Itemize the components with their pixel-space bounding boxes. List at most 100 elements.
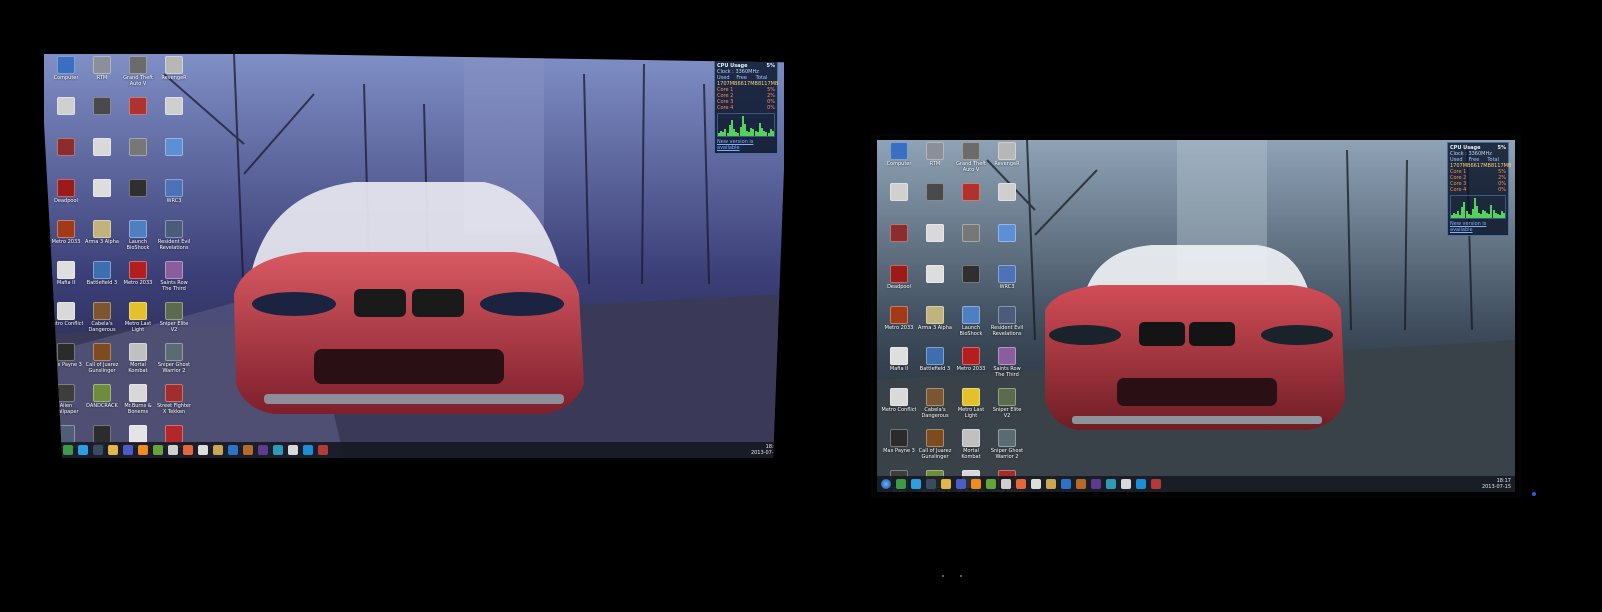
utorrent-icon[interactable]: [153, 445, 163, 455]
desktop-icon[interactable]: Mr.Burns & Bonems: [120, 384, 156, 425]
app-d-icon[interactable]: [1136, 479, 1146, 489]
desktop-icon[interactable]: Metro 2033: [120, 261, 156, 302]
desktop-icon[interactable]: [953, 265, 989, 306]
desktop-icon[interactable]: [156, 138, 192, 179]
desktop-icon[interactable]: [917, 183, 953, 224]
cpu-gadget[interactable]: CPU Usage 5% Clock : 3360MHz Used Free Tota…: [1447, 142, 1511, 236]
desktop-icon[interactable]: Metro Last Light: [953, 388, 989, 429]
desktop-icon[interactable]: [120, 138, 156, 179]
desktop-icon[interactable]: Max Payne 3: [48, 343, 84, 384]
desktop-icon[interactable]: RevengeR: [989, 142, 1025, 183]
desktop-icon[interactable]: Battlefield 3: [917, 347, 953, 388]
desktop-icon[interactable]: Metro 2033: [953, 347, 989, 388]
desktop-icon[interactable]: [48, 138, 84, 179]
start-button[interactable]: [881, 479, 891, 489]
desktop-icon[interactable]: [120, 97, 156, 138]
desktop-icon[interactable]: RevengeR: [156, 56, 192, 97]
cpu-gadget[interactable]: CPU Usage 5% Clock : 3360MHz Used Free Tota…: [714, 60, 778, 154]
skype-icon[interactable]: [78, 445, 88, 455]
browser-icon[interactable]: [1061, 479, 1071, 489]
desktop-icon[interactable]: RTM: [917, 142, 953, 183]
vlc-icon[interactable]: [971, 479, 981, 489]
new-version-link[interactable]: New version is available: [717, 139, 775, 151]
new-version-link[interactable]: New version is available: [1450, 221, 1506, 233]
desktop-icon[interactable]: Metro 2033: [48, 220, 84, 261]
system-clock[interactable]: 18:17 2013-07-15: [1482, 478, 1511, 490]
desktop-icon[interactable]: Metro Conflict: [881, 388, 917, 429]
desktop-icon[interactable]: [917, 265, 953, 306]
desktop-icon[interactable]: Mafia II: [881, 347, 917, 388]
desktop-icon[interactable]: [156, 97, 192, 138]
desktop-icon[interactable]: Call of Juarez Gunslinger: [917, 429, 953, 470]
app-b-icon[interactable]: [1106, 479, 1116, 489]
desktop-icon[interactable]: Cabela's Dangerous: [84, 302, 120, 343]
desktop-icon[interactable]: [84, 138, 120, 179]
desktop-icon[interactable]: WRC3: [989, 265, 1025, 306]
desktop-icon[interactable]: Deadpool: [48, 179, 84, 220]
tool-icon[interactable]: [1076, 479, 1086, 489]
desktop-icon[interactable]: [953, 224, 989, 265]
skype-icon[interactable]: [911, 479, 921, 489]
docs-icon[interactable]: [198, 445, 208, 455]
desktop-icon[interactable]: Mortal Kombat: [953, 429, 989, 470]
desktop-icon[interactable]: Launch BioShock: [953, 306, 989, 347]
desktop-icon[interactable]: Metro Last Light: [120, 302, 156, 343]
vlc-icon[interactable]: [138, 445, 148, 455]
desktop-icon[interactable]: Sniper Elite V2: [156, 302, 192, 343]
chrome-icon[interactable]: [896, 479, 906, 489]
chrome-icon[interactable]: [63, 445, 73, 455]
app-a-icon[interactable]: [258, 445, 268, 455]
desktop-icon[interactable]: Resident Evil Revelations: [989, 306, 1025, 347]
desktop-icon[interactable]: Mortal Kombat: [120, 343, 156, 384]
explorer-icon[interactable]: [108, 445, 118, 455]
desktop-icon[interactable]: Sniper Elite V2: [989, 388, 1025, 429]
desktop-icon[interactable]: Computer: [48, 56, 84, 97]
folder-icon[interactable]: [213, 445, 223, 455]
desktop-icon[interactable]: [953, 183, 989, 224]
steam-icon[interactable]: [93, 445, 103, 455]
desktop-icon[interactable]: Metro Conflict: [48, 302, 84, 343]
steam-icon[interactable]: [926, 479, 936, 489]
system-clock[interactable]: 18:17 2013-07-15: [751, 444, 780, 456]
utorrent-icon[interactable]: [986, 479, 996, 489]
desktop-icon[interactable]: [917, 224, 953, 265]
desktop-icon[interactable]: WRC3: [156, 179, 192, 220]
docs-icon[interactable]: [1031, 479, 1041, 489]
app-d-icon[interactable]: [303, 445, 313, 455]
notepad-icon[interactable]: [1001, 479, 1011, 489]
desktop-icon[interactable]: Saints Row The Third: [156, 261, 192, 302]
app-e-icon[interactable]: [1151, 479, 1161, 489]
desktop-icon[interactable]: Battlefield 3: [84, 261, 120, 302]
media-icon[interactable]: [123, 445, 133, 455]
desktop-icon[interactable]: Computer: [881, 142, 917, 183]
desktop-icon[interactable]: Alien Wallpaper: [48, 384, 84, 425]
desktop-icon[interactable]: Deadpool: [881, 265, 917, 306]
desktop-icon[interactable]: [48, 97, 84, 138]
media-icon[interactable]: [956, 479, 966, 489]
start-button[interactable]: [48, 445, 58, 455]
firefox-icon[interactable]: [1016, 479, 1026, 489]
tool-icon[interactable]: [243, 445, 253, 455]
app-c-icon[interactable]: [288, 445, 298, 455]
desktop-icon[interactable]: Mafia II: [48, 261, 84, 302]
browser-icon[interactable]: [228, 445, 238, 455]
desktop-icon[interactable]: Call of Juarez Gunslinger: [84, 343, 120, 384]
desktop-icon[interactable]: DANDCRACK: [84, 384, 120, 425]
app-e-icon[interactable]: [318, 445, 328, 455]
desktop-icon[interactable]: [84, 97, 120, 138]
desktop-icon[interactable]: Arma 3 Alpha: [84, 220, 120, 261]
desktop-icon[interactable]: [989, 224, 1025, 265]
desktop-icon[interactable]: [881, 224, 917, 265]
desktop-icon[interactable]: Max Payne 3: [881, 429, 917, 470]
desktop-icon[interactable]: Saints Row The Third: [989, 347, 1025, 388]
desktop-icon[interactable]: Sniper Ghost Warrior 2: [156, 343, 192, 384]
desktop-icon[interactable]: Arma 3 Alpha: [917, 306, 953, 347]
desktop-icon[interactable]: Launch BioShock: [120, 220, 156, 261]
app-c-icon[interactable]: [1121, 479, 1131, 489]
desktop-icon[interactable]: [120, 179, 156, 220]
desktop-icon[interactable]: RTM: [84, 56, 120, 97]
desktop-icon[interactable]: [881, 183, 917, 224]
desktop-icon[interactable]: Street Fighter X Tekken: [156, 384, 192, 425]
notepad-icon[interactable]: [168, 445, 178, 455]
desktop-icon[interactable]: Metro 2033: [881, 306, 917, 347]
